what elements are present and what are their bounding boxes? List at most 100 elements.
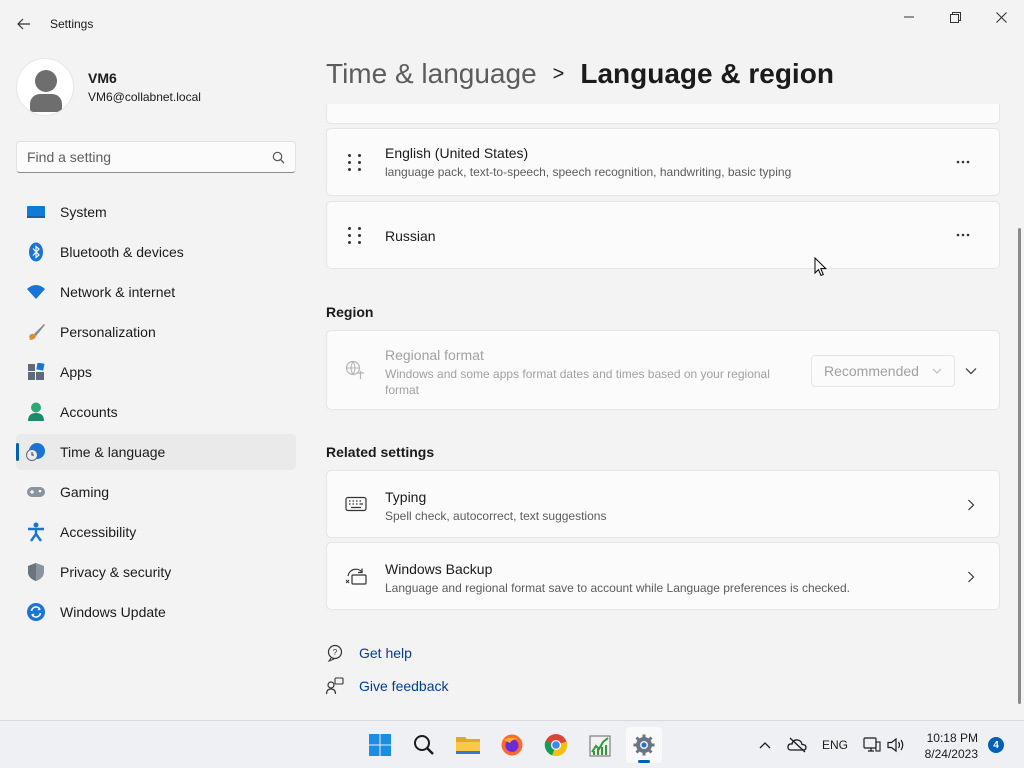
- related-item-title: Windows Backup: [385, 561, 493, 577]
- restore-button[interactable]: [932, 4, 978, 30]
- svg-text:?: ?: [333, 648, 338, 657]
- regional-format-dropdown[interactable]: Recommended: [811, 355, 955, 387]
- back-button[interactable]: [10, 12, 38, 36]
- bluetooth-icon: [26, 242, 46, 262]
- sidebar-item-privacy[interactable]: Privacy & security: [16, 554, 296, 590]
- breadcrumb-parent[interactable]: Time & language: [326, 58, 537, 90]
- chevron-right-icon: [963, 569, 979, 585]
- sidebar-item-label: Gaming: [60, 484, 110, 500]
- start-icon: [369, 734, 391, 756]
- get-help-row[interactable]: ? Get help: [326, 644, 412, 662]
- more-options-button[interactable]: [951, 223, 975, 247]
- regional-format-selected: Recommended: [824, 363, 919, 379]
- get-help-link[interactable]: Get help: [359, 645, 412, 661]
- apps-icon: [26, 362, 46, 382]
- sidebar-item-label: System: [60, 204, 107, 220]
- chrome-icon: [544, 734, 568, 757]
- taskbar-clock[interactable]: 10:18 PM 8/24/2023: [918, 730, 978, 762]
- chevron-down-icon: [932, 368, 942, 374]
- show-hidden-icons-button[interactable]: [756, 735, 774, 755]
- search-box[interactable]: [16, 141, 296, 173]
- close-button[interactable]: [978, 4, 1024, 30]
- related-item-typing[interactable]: Typing Spell check, autocorrect, text su…: [326, 470, 1000, 538]
- onedrive-tray-button[interactable]: [786, 735, 808, 755]
- sidebar-item-accounts[interactable]: Accounts: [16, 394, 296, 430]
- drag-handle-icon[interactable]: [347, 227, 363, 245]
- sidebar-item-label: Apps: [60, 364, 92, 380]
- settings-icon: [633, 734, 655, 756]
- sidebar-item-network[interactable]: Network & internet: [16, 274, 296, 310]
- drag-handle-icon[interactable]: [347, 154, 363, 172]
- minimize-icon: [904, 16, 914, 18]
- related-item-windows-backup[interactable]: Windows Backup Language and regional for…: [326, 542, 1000, 610]
- arrow-left-icon: [17, 18, 30, 30]
- sidebar-item-bluetooth[interactable]: Bluetooth & devices: [16, 234, 296, 270]
- language-features: language pack, text-to-speech, speech re…: [385, 165, 792, 179]
- chrome-button[interactable]: [538, 727, 574, 763]
- network-tray-button[interactable]: [862, 735, 882, 755]
- volume-icon: [887, 737, 904, 753]
- related-item-description: Language and regional format save to acc…: [385, 581, 850, 595]
- sidebar-nav: System Bluetooth & devices Network & int…: [16, 194, 296, 634]
- file-explorer-button[interactable]: [450, 727, 486, 763]
- language-name: Russian: [385, 228, 436, 244]
- search-input[interactable]: [27, 149, 271, 165]
- minimize-button[interactable]: [886, 4, 932, 30]
- accessibility-icon: [26, 522, 46, 542]
- expand-button[interactable]: [963, 363, 979, 379]
- more-options-button[interactable]: [951, 150, 975, 174]
- more-icon: [956, 160, 970, 164]
- regional-format-card[interactable]: Regional format Windows and some apps fo…: [326, 330, 1000, 410]
- taskbar: ENG 10:18 PM 8/24/2023 4: [0, 720, 1024, 768]
- restore-icon: [949, 11, 961, 23]
- sidebar-item-windows-update[interactable]: Windows Update: [16, 594, 296, 630]
- sidebar-item-label: Network & internet: [60, 284, 176, 300]
- give-feedback-link[interactable]: Give feedback: [359, 678, 449, 694]
- scrollbar[interactable]: [1018, 228, 1021, 704]
- network-icon: [863, 737, 881, 752]
- wifi-icon: [26, 282, 46, 302]
- sidebar-item-apps[interactable]: Apps: [16, 354, 296, 390]
- sidebar-item-gaming[interactable]: Gaming: [16, 474, 296, 510]
- give-feedback-row[interactable]: Give feedback: [326, 677, 449, 695]
- input-language-indicator[interactable]: ENG: [818, 735, 852, 755]
- feedback-icon: [326, 677, 344, 695]
- chevron-up-icon: [759, 742, 771, 749]
- title-bar: Settings: [0, 0, 1024, 48]
- clock-time: 10:18 PM: [926, 731, 978, 745]
- search-icon: [414, 735, 434, 755]
- taskbar-search-button[interactable]: [406, 727, 442, 763]
- sidebar-item-accessibility[interactable]: Accessibility: [16, 514, 296, 550]
- profile-name: VM6: [88, 70, 117, 86]
- breadcrumb-separator: >: [552, 62, 565, 85]
- sidebar-item-time-language[interactable]: Time & language: [16, 434, 296, 470]
- language-item-english[interactable]: English (United States) language pack, t…: [326, 128, 1000, 196]
- sidebar-item-system[interactable]: System: [16, 194, 296, 230]
- paintbrush-icon: [26, 322, 46, 342]
- taskmgr-icon: [589, 735, 611, 757]
- close-icon: [995, 11, 1007, 23]
- language-item-russian[interactable]: Russian: [326, 201, 1000, 269]
- volume-tray-button[interactable]: [886, 735, 906, 755]
- avatar: [16, 58, 74, 116]
- sidebar-item-label: Bluetooth & devices: [60, 244, 184, 260]
- task-manager-button[interactable]: [582, 727, 618, 763]
- firefox-button[interactable]: [494, 727, 530, 763]
- sidebar-item-label: Windows Update: [60, 604, 166, 620]
- notification-badge[interactable]: 4: [988, 737, 1004, 753]
- start-button[interactable]: [362, 727, 398, 763]
- user-profile[interactable]: VM6 VM6@collabnet.local: [16, 58, 201, 116]
- chevron-down-icon: [965, 368, 977, 375]
- regional-format-description: Windows and some apps format dates and t…: [385, 367, 770, 397]
- sidebar-item-label: Accounts: [60, 404, 118, 420]
- search-icon[interactable]: [271, 150, 285, 164]
- keyboard-icon: [345, 496, 367, 517]
- settings-taskbar-button[interactable]: [626, 727, 662, 763]
- gamepad-icon: [26, 482, 46, 502]
- app-title: Settings: [50, 17, 94, 31]
- sidebar-item-personalization[interactable]: Personalization: [16, 314, 296, 350]
- sidebar-item-label: Personalization: [60, 324, 156, 340]
- page-title: Language & region: [580, 58, 834, 89]
- more-icon: [956, 233, 970, 237]
- related-item-description: Spell check, autocorrect, text suggestio…: [385, 509, 607, 523]
